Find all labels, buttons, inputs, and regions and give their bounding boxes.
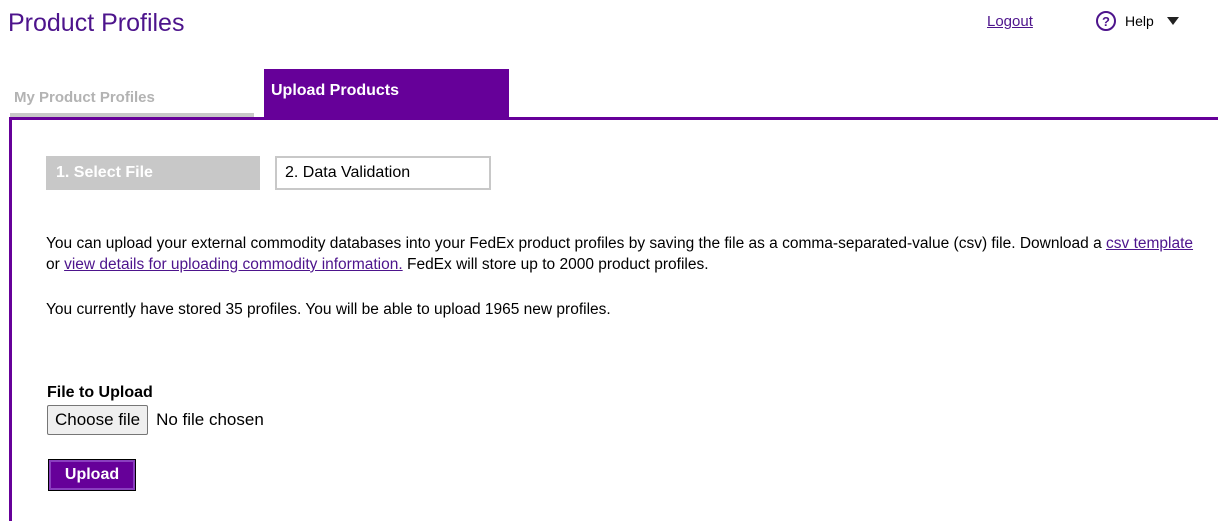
intro-paragraph: You can upload your external commodity d… <box>46 233 1206 275</box>
help-label: Help <box>1125 13 1154 29</box>
help-menu[interactable]: ? Help <box>1096 11 1179 31</box>
help-icon: ? <box>1096 11 1116 31</box>
file-input: Choose file No file chosen <box>47 405 264 435</box>
profile-count-text: You currently have stored 35 profiles. Y… <box>46 301 611 318</box>
page-title: Product Profiles <box>8 9 185 37</box>
csv-template-link[interactable]: csv template <box>1106 235 1193 252</box>
step-select-file: 1. Select File <box>46 156 260 190</box>
intro-text-before: You can upload your external commodity d… <box>46 235 1107 252</box>
file-to-upload-label: File to Upload <box>47 384 153 401</box>
logout-link[interactable]: Logout <box>987 13 1033 30</box>
upload-button[interactable]: Upload <box>48 459 136 491</box>
intro-text-or: or <box>46 256 65 273</box>
upload-details-link[interactable]: view details for uploading commodity inf… <box>64 256 403 273</box>
tab-upload-products[interactable]: Upload Products <box>264 69 509 118</box>
no-file-chosen-text: No file chosen <box>156 410 264 429</box>
tab-my-product-profiles[interactable]: My Product Profiles <box>10 82 254 118</box>
step-data-validation: 2. Data Validation <box>275 156 491 190</box>
chevron-down-icon <box>1166 17 1179 25</box>
page: Product Profiles Logout ? Help My Produc… <box>0 0 1218 521</box>
choose-file-button[interactable]: Choose file <box>47 405 149 435</box>
intro-text-after: FedEx will store up to 2000 product prof… <box>402 256 709 273</box>
